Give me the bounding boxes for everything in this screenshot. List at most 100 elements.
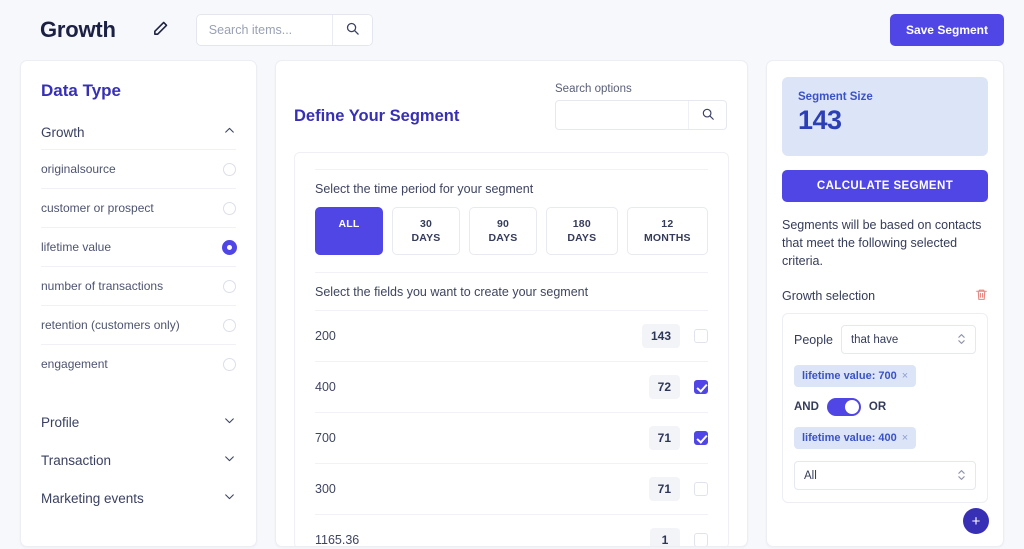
sidebar-option-label: lifetime value bbox=[41, 240, 112, 254]
and-label: AND bbox=[794, 401, 819, 414]
sidebar-option-number-of-transactions[interactable]: number of transactions bbox=[41, 266, 236, 305]
segment-size-label: Segment Size bbox=[798, 91, 873, 103]
field-checkbox[interactable] bbox=[694, 482, 708, 497]
and-or-row: AND OR bbox=[794, 398, 976, 417]
criteria-tag-400[interactable]: lifetime value: 400 × bbox=[794, 427, 917, 450]
criteria-tag-700[interactable]: lifetime value: 700 × bbox=[794, 365, 917, 388]
search-icon bbox=[701, 107, 715, 124]
add-criteria-button[interactable]: + bbox=[963, 508, 989, 534]
delete-selection-button[interactable] bbox=[975, 288, 988, 304]
trash-icon bbox=[975, 288, 988, 304]
edit-title-button[interactable] bbox=[148, 17, 174, 43]
chevron-updown-icon bbox=[957, 468, 966, 483]
people-operator-select[interactable]: that have bbox=[840, 325, 976, 355]
data-type-sidebar: Data Type Growth originalsource customer… bbox=[20, 60, 257, 547]
field-value: 700 bbox=[315, 431, 336, 446]
search-submit-button[interactable] bbox=[331, 15, 372, 45]
segment-summary-panel: Segment Size 143 CALCULATE SEGMENT Segme… bbox=[766, 60, 1004, 547]
sidebar-option-label: customer or prospect bbox=[41, 201, 154, 215]
field-count: 72 bbox=[648, 375, 680, 400]
segment-size-card: Segment Size 143 bbox=[782, 77, 988, 156]
save-segment-button[interactable]: Save Segment bbox=[889, 14, 1004, 46]
sidebar-option-lifetime-value[interactable]: lifetime value bbox=[41, 227, 236, 266]
table-row[interactable]: 1165.36 1 bbox=[315, 514, 708, 547]
chevron-up-icon bbox=[223, 124, 236, 140]
sidebar-option-retention[interactable]: retention (customers only) bbox=[41, 305, 236, 344]
and-or-toggle[interactable] bbox=[826, 398, 861, 417]
segment-builder-card: Select the time period for your segment … bbox=[294, 152, 729, 547]
options-search-input[interactable] bbox=[556, 101, 688, 129]
final-scope-select[interactable]: All bbox=[794, 461, 976, 491]
time-period-180-days[interactable]: 180 DAYS bbox=[546, 207, 618, 256]
close-icon[interactable]: × bbox=[902, 370, 908, 382]
center-header: Define Your Segment Search options bbox=[294, 83, 729, 130]
sidebar-option-engagement[interactable]: engagement bbox=[41, 344, 236, 383]
sidebar-option-originalsource[interactable]: originalsource bbox=[41, 149, 236, 188]
sidebar-group-marketing-events[interactable]: Marketing events bbox=[21, 479, 256, 517]
sidebar-option-customer-or-prospect[interactable]: customer or prospect bbox=[41, 188, 236, 227]
time-period-12-months[interactable]: 12 MONTHS bbox=[626, 207, 708, 256]
pencil-icon bbox=[152, 20, 169, 40]
criteria-description: Segments will be based on contacts that … bbox=[782, 218, 982, 269]
sidebar-group-profile[interactable]: Profile bbox=[21, 403, 256, 441]
sidebar-option-label: number of transactions bbox=[41, 279, 164, 293]
criteria-tag-label: lifetime value: 700 bbox=[802, 370, 897, 383]
sidebar-group-label: Marketing events bbox=[41, 490, 144, 506]
options-search-button[interactable] bbox=[688, 101, 726, 129]
field-checkbox[interactable] bbox=[694, 329, 708, 344]
final-scope-value: All bbox=[804, 469, 817, 482]
center-title: Define Your Segment bbox=[294, 107, 460, 125]
table-row[interactable]: 200 143 bbox=[315, 310, 708, 361]
page-title: Growth bbox=[40, 17, 116, 42]
selection-box: People that have lifetime value: 700 × A… bbox=[782, 313, 988, 504]
sidebar-group-label: Profile bbox=[41, 414, 80, 430]
field-checkbox[interactable] bbox=[694, 533, 708, 546]
field-count: 143 bbox=[641, 324, 680, 349]
sidebar-group-growth[interactable]: Growth bbox=[21, 115, 256, 149]
chevron-updown-icon bbox=[957, 332, 966, 347]
field-checkbox[interactable] bbox=[694, 431, 708, 446]
radio-number-of-transactions[interactable] bbox=[223, 279, 236, 293]
options-search-label: Search options bbox=[555, 83, 632, 95]
sidebar-group-label: Growth bbox=[41, 124, 85, 140]
field-value: 200 bbox=[315, 329, 336, 344]
field-count: 1 bbox=[650, 528, 680, 546]
fields-label: Select the fields you want to create you… bbox=[315, 272, 708, 310]
sidebar-option-label: originalsource bbox=[41, 162, 116, 176]
field-value: 1165.36 bbox=[315, 533, 360, 547]
table-row[interactable]: 400 72 bbox=[315, 361, 708, 412]
selection-header: Growth selection bbox=[782, 288, 988, 304]
criteria-tag-label: lifetime value: 400 bbox=[802, 432, 897, 445]
field-value: 400 bbox=[315, 380, 336, 395]
radio-engagement[interactable] bbox=[223, 357, 236, 371]
search-input[interactable] bbox=[196, 15, 332, 45]
chevron-down-icon bbox=[223, 490, 236, 506]
chevron-down-icon bbox=[223, 452, 236, 468]
segment-size-value: 143 bbox=[798, 105, 842, 135]
table-row[interactable]: 300 71 bbox=[315, 463, 708, 514]
header-search bbox=[195, 14, 373, 46]
search-icon bbox=[345, 21, 360, 39]
people-label: People bbox=[794, 332, 833, 347]
calculate-segment-button[interactable]: CALCULATE SEGMENT bbox=[782, 170, 988, 202]
people-row: People that have bbox=[794, 325, 976, 355]
time-period-options: ALL 30 DAYS 90 DAYS 180 DAYS 12 MONTHS bbox=[315, 207, 708, 272]
sidebar-title: Data Type bbox=[41, 81, 121, 100]
field-checkbox[interactable] bbox=[694, 380, 708, 395]
table-row[interactable]: 700 71 bbox=[315, 412, 708, 463]
close-icon[interactable]: × bbox=[902, 432, 908, 444]
radio-originalsource[interactable] bbox=[223, 162, 236, 176]
sidebar-group-label: Transaction bbox=[41, 452, 112, 468]
field-count: 71 bbox=[648, 426, 680, 451]
define-segment-panel: Define Your Segment Search options Selec… bbox=[275, 60, 748, 547]
time-period-90-days[interactable]: 90 DAYS bbox=[469, 207, 537, 256]
sidebar-group-transaction[interactable]: Transaction bbox=[21, 441, 256, 479]
radio-customer-or-prospect[interactable] bbox=[223, 201, 236, 215]
time-period-label: Select the time period for your segment bbox=[315, 169, 708, 207]
radio-retention[interactable] bbox=[223, 318, 236, 332]
time-period-30-days[interactable]: 30 DAYS bbox=[392, 207, 460, 256]
sidebar-option-label: engagement bbox=[41, 357, 108, 371]
time-period-all[interactable]: ALL bbox=[315, 207, 383, 256]
or-label: OR bbox=[868, 401, 887, 414]
radio-lifetime-value[interactable] bbox=[223, 240, 236, 254]
